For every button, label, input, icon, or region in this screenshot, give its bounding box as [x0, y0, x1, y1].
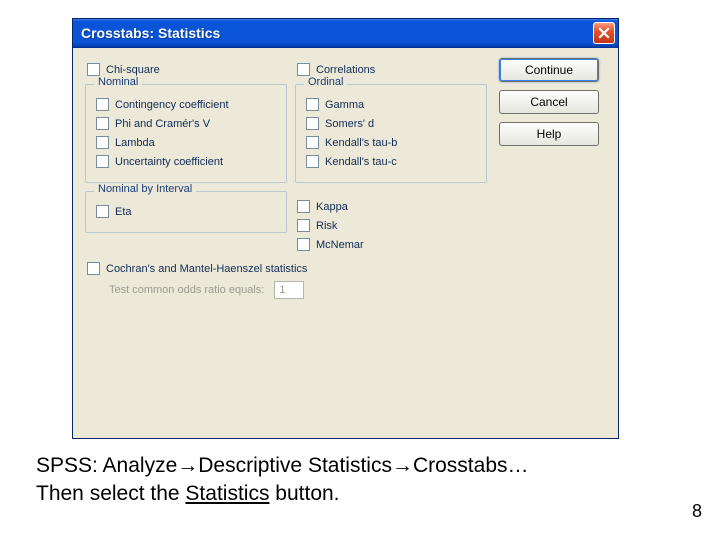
close-button[interactable] — [593, 22, 615, 44]
kappa-checkbox[interactable]: Kappa — [297, 200, 493, 213]
slide-caption: SPSS: Analyze→Descriptive Statistics→Cro… — [36, 452, 529, 508]
caption-seg: Crosstabs… — [413, 454, 529, 477]
risk-checkbox[interactable]: Risk — [297, 219, 493, 232]
checkbox-label: Cochran's and Mantel-Haenszel statistics — [106, 263, 307, 275]
dialog-title: Crosstabs: Statistics — [81, 25, 593, 41]
titlebar[interactable]: Crosstabs: Statistics — [73, 19, 618, 48]
checkbox-label: Phi and Cramér's V — [115, 118, 210, 130]
checkbox-icon — [87, 262, 100, 275]
crosstabs-statistics-dialog: Crosstabs: Statistics Chi-square — [72, 18, 619, 439]
odds-ratio-label: Test common odds ratio equals: — [109, 284, 264, 296]
nominal-by-interval-group: Nominal by Interval Eta — [85, 191, 287, 233]
cancel-button[interactable]: Cancel — [499, 90, 599, 114]
correlations-label: Correlations — [316, 64, 375, 76]
checkbox-label: Risk — [316, 220, 337, 232]
checkbox-label: McNemar — [316, 239, 364, 251]
checkbox-label: Lambda — [115, 137, 155, 149]
checkbox-icon — [87, 63, 100, 76]
caption-seg: button. — [269, 482, 339, 505]
close-icon — [598, 27, 610, 39]
nominal-by-interval-legend: Nominal by Interval — [94, 183, 196, 195]
checkbox-label: Gamma — [325, 99, 364, 111]
phi-cramers-v-checkbox[interactable]: Phi and Cramér's V — [96, 117, 280, 130]
checkbox-label: Eta — [115, 206, 132, 218]
kendalls-tau-b-checkbox[interactable]: Kendall's tau-b — [306, 136, 480, 149]
checkbox-icon — [306, 155, 319, 168]
arrow-icon: → — [177, 454, 198, 477]
kendalls-tau-c-checkbox[interactable]: Kendall's tau-c — [306, 155, 480, 168]
caption-underline: Statistics — [185, 482, 269, 505]
continue-button[interactable]: Continue — [499, 58, 599, 82]
checkbox-label: Kendall's tau-b — [325, 137, 397, 149]
uncertainty-coefficient-checkbox[interactable]: Uncertainty coefficient — [96, 155, 280, 168]
chi-square-label: Chi-square — [106, 64, 160, 76]
mcnemar-checkbox[interactable]: McNemar — [297, 238, 493, 251]
odds-ratio-input — [274, 281, 304, 299]
contingency-coefficient-checkbox[interactable]: Contingency coefficient — [96, 98, 280, 111]
checkbox-icon — [96, 98, 109, 111]
nominal-group: Nominal Contingency coefficient Phi and … — [85, 84, 287, 183]
checkbox-label: Contingency coefficient — [115, 99, 229, 111]
checkbox-icon — [96, 117, 109, 130]
chi-square-checkbox[interactable]: Chi-square — [87, 63, 293, 76]
page-number: 8 — [692, 501, 702, 522]
checkbox-label: Uncertainty coefficient — [115, 156, 223, 168]
ordinal-group: Ordinal Gamma Somers' d Ke — [295, 84, 487, 183]
caption-seg: Then select the — [36, 482, 185, 505]
checkbox-icon — [96, 155, 109, 168]
checkbox-icon — [306, 117, 319, 130]
checkbox-icon — [306, 136, 319, 149]
help-button[interactable]: Help — [499, 122, 599, 146]
lambda-checkbox[interactable]: Lambda — [96, 136, 280, 149]
somers-d-checkbox[interactable]: Somers' d — [306, 117, 480, 130]
checkbox-icon — [297, 63, 310, 76]
checkbox-icon — [96, 205, 109, 218]
checkbox-label: Somers' d — [325, 118, 374, 130]
cochran-mantel-haenszel-checkbox[interactable]: Cochran's and Mantel-Haenszel statistics — [87, 262, 610, 275]
checkbox-icon — [297, 238, 310, 251]
checkbox-icon — [96, 136, 109, 149]
checkbox-label: Kappa — [316, 201, 348, 213]
caption-seg: SPSS: Analyze — [36, 454, 177, 477]
checkbox-label: Kendall's tau-c — [325, 156, 397, 168]
checkbox-icon — [306, 98, 319, 111]
gamma-checkbox[interactable]: Gamma — [306, 98, 480, 111]
checkbox-icon — [297, 219, 310, 232]
eta-checkbox[interactable]: Eta — [96, 205, 280, 218]
caption-seg: Descriptive Statistics — [198, 454, 392, 477]
correlations-checkbox[interactable]: Correlations — [297, 63, 493, 76]
ordinal-legend: Ordinal — [304, 76, 347, 88]
checkbox-icon — [297, 200, 310, 213]
nominal-legend: Nominal — [94, 76, 142, 88]
arrow-icon: → — [392, 454, 413, 477]
